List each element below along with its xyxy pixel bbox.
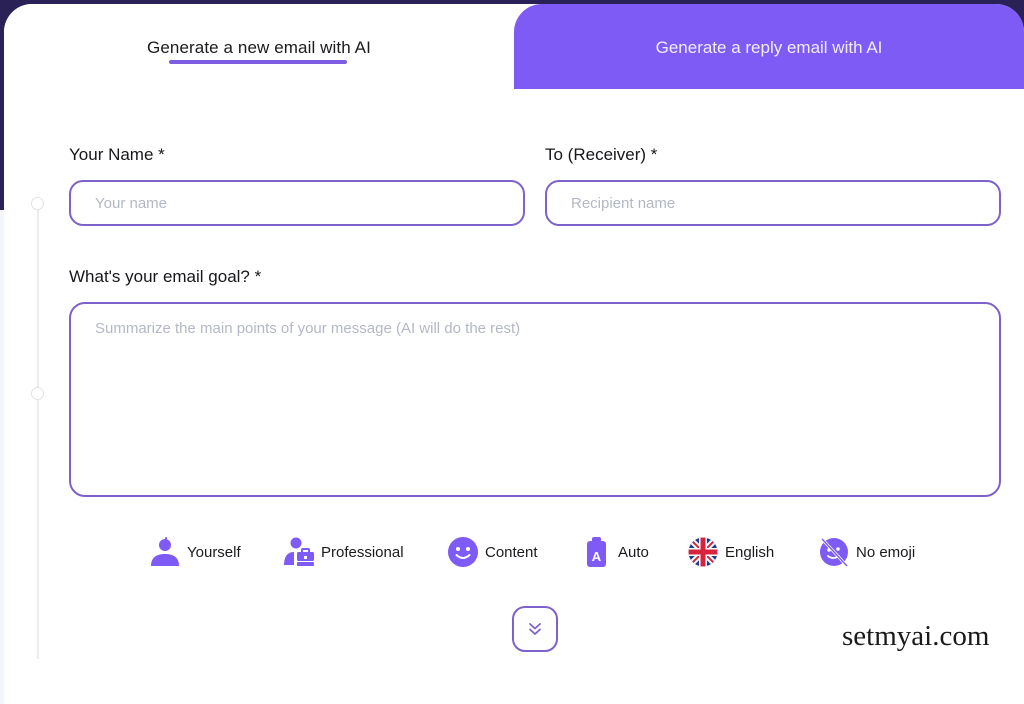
option-professional[interactable]: Professional xyxy=(283,534,404,570)
email-options-bar: Yourself Professional Content A Auto Eng… xyxy=(0,534,1024,570)
professional-briefcase-icon xyxy=(284,537,314,566)
option-no-emoji[interactable]: No emoji xyxy=(818,534,915,570)
expand-more-options-button[interactable] xyxy=(512,606,558,652)
option-content-label: Content xyxy=(485,543,538,561)
person-icon xyxy=(151,537,179,566)
double-chevron-down-icon xyxy=(529,623,541,635)
option-no-emoji-label: No emoji xyxy=(856,543,916,561)
smiley-face-icon xyxy=(448,537,478,567)
timeline-step-dot xyxy=(31,387,44,400)
your-name-input[interactable] xyxy=(69,180,525,226)
watermark-text: setmyai.com xyxy=(842,620,990,652)
svg-text:A: A xyxy=(592,549,602,564)
uk-flag-icon xyxy=(688,537,718,567)
your-name-label: Your Name * xyxy=(69,145,165,164)
option-english[interactable]: English xyxy=(687,534,774,570)
option-yourself[interactable]: Yourself xyxy=(149,534,241,570)
option-auto[interactable]: A Auto xyxy=(580,534,649,570)
receiver-label: To (Receiver) * xyxy=(545,145,658,164)
email-goal-label: What's your email goal? * xyxy=(69,267,262,286)
progress-timeline xyxy=(37,210,39,659)
no-emoji-icon xyxy=(820,537,849,568)
option-english-label: English xyxy=(725,543,775,561)
option-auto-label: Auto xyxy=(618,543,649,561)
auto-length-clipboard-icon: A xyxy=(587,537,606,567)
email-form: Your Name * To (Receiver) * What's your … xyxy=(0,0,1024,659)
option-content[interactable]: Content xyxy=(447,534,538,570)
timeline-step-dot xyxy=(31,197,44,210)
option-professional-label: Professional xyxy=(321,543,404,561)
email-goal-textarea[interactable] xyxy=(69,302,1001,497)
receiver-input[interactable] xyxy=(545,180,1001,226)
option-yourself-label: Yourself xyxy=(187,543,241,561)
